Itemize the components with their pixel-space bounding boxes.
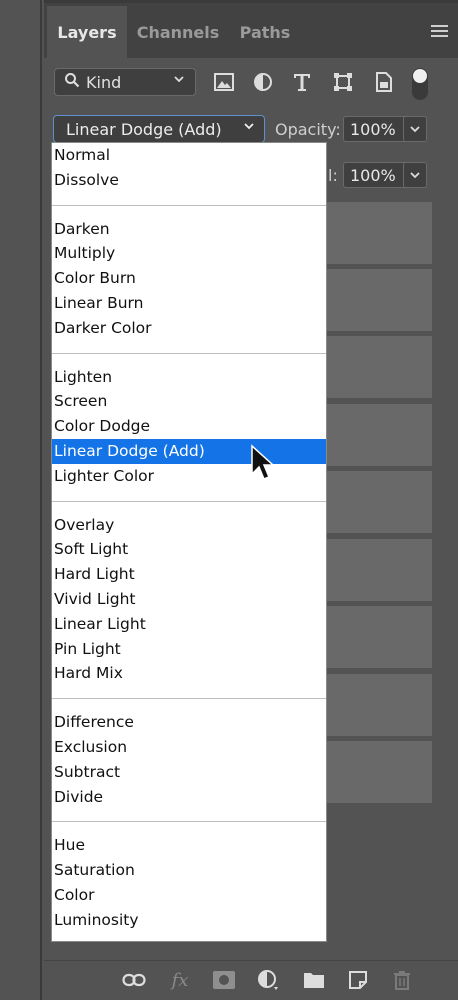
panel-tab-bar: Layers Channels Paths — [44, 0, 458, 58]
shape-filter-icon[interactable] — [331, 70, 355, 94]
filter-toggle-switch[interactable] — [412, 68, 428, 100]
chevron-down-icon — [173, 73, 185, 88]
link-layers-icon[interactable] — [122, 968, 146, 992]
menu-item-divide[interactable]: Divide — [52, 785, 326, 810]
menu-item-linear-dodge-add[interactable]: Linear Dodge (Add) — [52, 438, 326, 464]
blend-mode-select[interactable]: Linear Dodge (Add) — [53, 115, 265, 143]
menu-separator — [52, 821, 326, 823]
blend-mode-dropdown-menu: Normal Dissolve Darken Multiply Color Burn Li… — [51, 142, 327, 942]
menu-item-darker-color[interactable]: Darker Color — [52, 316, 326, 341]
menu-group: Lighten Screen Color Dodge Linear Dodge (Ad… — [52, 365, 326, 489]
adjustment-layer-icon[interactable] — [256, 968, 280, 992]
menu-group: Hue Saturation Color Luminosity — [52, 833, 326, 932]
blend-mode-value: Linear Dodge (Add) — [66, 119, 222, 139]
menu-group: Normal Dissolve — [52, 143, 326, 193]
tab-layers[interactable]: Layers — [47, 6, 127, 58]
menu-item-vivid-light[interactable]: Vivid Light — [52, 587, 326, 612]
opacity-label: Opacity: — [275, 120, 341, 139]
menu-item-lighter-color[interactable]: Lighter Color — [52, 464, 326, 489]
menu-item-color-dodge[interactable]: Color Dodge — [52, 414, 326, 439]
type-filter-icon[interactable] — [290, 70, 314, 94]
menu-separator — [52, 698, 326, 700]
opacity-dropdown-button[interactable] — [403, 116, 427, 142]
menu-item-hard-light[interactable]: Hard Light — [52, 562, 326, 587]
menu-item-color-burn[interactable]: Color Burn — [52, 266, 326, 291]
menu-item-exclusion[interactable]: Exclusion — [52, 735, 326, 760]
tab-channels[interactable]: Channels — [128, 6, 228, 58]
smart-object-filter-icon[interactable] — [372, 70, 396, 94]
menu-group: Overlay Soft Light Hard Light Vivid Light Li… — [52, 513, 326, 687]
menu-item-lighten[interactable]: Lighten — [52, 365, 326, 390]
mask-icon[interactable] — [212, 968, 236, 992]
fill-label: l: — [328, 166, 338, 185]
menu-item-linear-burn[interactable]: Linear Burn — [52, 291, 326, 316]
image-filter-icon[interactable] — [212, 70, 236, 94]
fill-dropdown-button[interactable] — [403, 162, 427, 188]
menu-item-subtract[interactable]: Subtract — [52, 760, 326, 785]
menu-separator — [52, 352, 326, 354]
menu-item-linear-light[interactable]: Linear Light — [52, 612, 326, 637]
search-icon — [64, 72, 80, 92]
filter-kind-select[interactable]: Kind — [54, 68, 196, 96]
menu-item-multiply[interactable]: Multiply — [52, 241, 326, 266]
menu-group: Darken Multiply Color Burn Linear Burn Darke… — [52, 217, 326, 341]
menu-item-pin-light[interactable]: Pin Light — [52, 637, 326, 662]
chevron-down-icon — [243, 120, 255, 135]
menu-item-difference[interactable]: Difference — [52, 710, 326, 735]
menu-item-dissolve[interactable]: Dissolve — [52, 168, 326, 193]
menu-item-hard-mix[interactable]: Hard Mix — [52, 661, 326, 686]
menu-item-soft-light[interactable]: Soft Light — [52, 537, 326, 562]
menu-separator — [52, 500, 326, 502]
menu-item-luminosity[interactable]: Luminosity — [52, 908, 326, 933]
filter-kind-label: Kind — [86, 72, 122, 92]
chevron-down-icon — [410, 172, 420, 179]
mouse-pointer-icon — [251, 444, 274, 480]
menu-item-darken[interactable]: Darken — [52, 217, 326, 242]
tab-paths[interactable]: Paths — [229, 6, 301, 58]
chevron-down-icon — [410, 126, 420, 133]
folder-icon[interactable] — [302, 968, 326, 992]
menu-item-normal[interactable]: Normal — [52, 143, 326, 168]
menu-item-overlay[interactable]: Overlay — [52, 513, 326, 538]
trash-icon[interactable] — [390, 968, 414, 992]
fx-icon[interactable]: fx — [168, 968, 192, 992]
menu-item-hue[interactable]: Hue — [52, 833, 326, 858]
menu-item-saturation[interactable]: Saturation — [52, 858, 326, 883]
panel-menu-icon[interactable] — [431, 25, 448, 39]
menu-group: Difference Exclusion Subtract Divide — [52, 710, 326, 809]
adjustment-filter-icon[interactable] — [251, 70, 275, 94]
new-layer-icon[interactable] — [346, 968, 370, 992]
menu-item-color[interactable]: Color — [52, 883, 326, 908]
left-dock-strip — [0, 0, 42, 1000]
menu-separator — [52, 204, 326, 206]
menu-item-screen[interactable]: Screen — [52, 389, 326, 414]
